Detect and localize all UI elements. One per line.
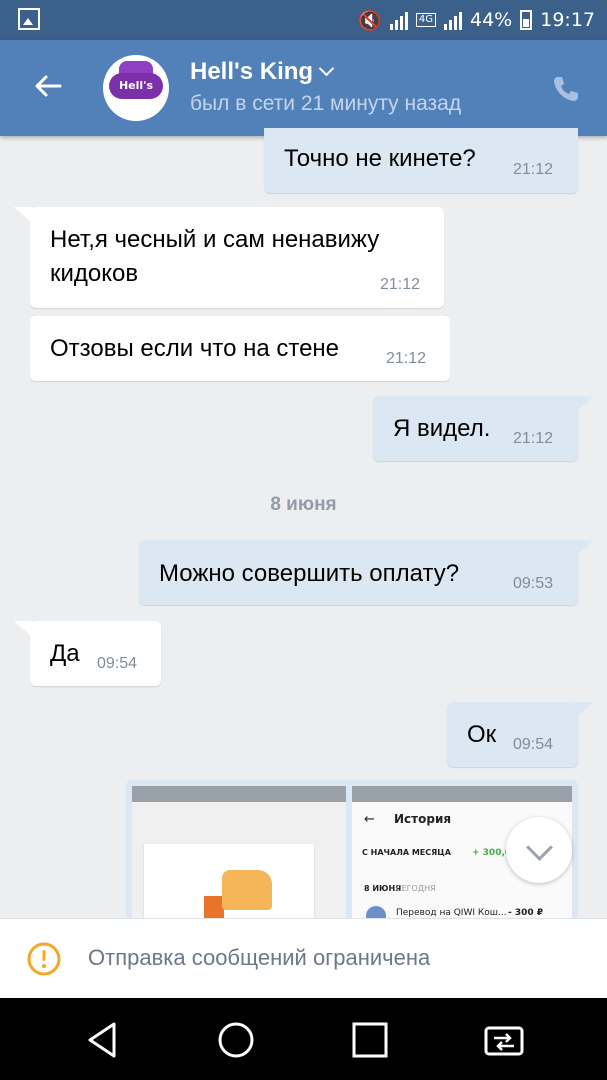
signal-icon [389,10,408,30]
message-text: Ок [467,721,497,748]
avatar[interactable]: Hell's king [103,55,169,121]
nav-home-icon[interactable] [212,1016,260,1064]
warning-icon [27,942,61,976]
date-separator: 8 июня [270,494,337,515]
nav-back-icon[interactable] [78,1016,126,1064]
mini-title: История [394,812,452,826]
gallery-notification-icon [18,8,40,30]
message-outgoing[interactable]: Можно совершить оплату? 09:53 [139,540,594,605]
avatar-logo-text: Hell's king [109,73,163,118]
mini-period: С НАЧАЛА МЕСЯЦА [362,848,451,857]
message-incoming[interactable]: Отзовы если что на стене 21:12 [30,316,450,381]
message-text: Да [50,640,80,667]
chat-title[interactable]: Hell's King [190,58,335,86]
bubble-tail [14,621,32,637]
message-outgoing[interactable]: Я видел. 21:12 [373,396,594,461]
phone-icon[interactable] [551,74,581,104]
message-incoming[interactable]: Нет,я чесный и сам ненавижу кидоков 21:1… [14,207,444,308]
chat-header: Hell's king Hell's King был в сети 21 ми… [0,40,607,136]
nav-switch-icon[interactable] [480,1016,528,1064]
mini-back-icon: ← [364,812,375,827]
mute-icon: 🔇 [358,9,382,32]
message-time: 21:12 [380,276,421,293]
last-seen-status: был в сети 21 минуту назад [190,92,462,115]
scroll-down-button[interactable] [506,817,572,883]
bubble-tail [576,540,594,556]
chat-title-text: Hell's King [190,58,314,85]
mini-day-sub: СЕГОДНЯ [396,884,436,893]
message-time: 09:53 [513,575,554,592]
message-time: 09:54 [513,736,554,753]
battery-icon [520,10,533,30]
system-nav-bar [0,998,607,1080]
battery-percent: 44% [470,9,513,31]
bubble-tail [576,396,594,412]
bubble-tail [576,702,594,718]
message-outgoing[interactable]: Точно не кинете? 21:12 [264,128,578,193]
mini-status-bar [352,786,572,802]
back-arrow-icon[interactable] [30,68,66,104]
message-text: Нет,я чесный и сам ненавижу кидоков [50,226,380,287]
mini-status-bar [132,786,346,802]
signal-icon-2 [444,10,462,30]
bubble-tail [14,207,32,223]
message-incoming[interactable]: Да 09:54 [14,621,161,686]
message-text: Отзовы если что на стене [50,335,340,362]
messaging-restricted-bar: Отправка сообщений ограничена [0,918,607,999]
message-time: 09:54 [97,655,138,672]
thumbs-up-icon [222,870,272,910]
message-time: 21:12 [513,430,554,447]
message-text: Я видел. [393,415,491,442]
status-icons: 🔇 4G 44% 19:17 [358,6,595,34]
attachment-image-1[interactable] [132,786,346,920]
network-type: 4G [415,13,436,27]
status-bar: 🔇 4G 44% 19:17 [0,0,607,40]
message-outgoing[interactable]: Ок 09:54 [447,702,594,767]
restricted-text: Отправка сообщений ограничена [88,945,431,970]
clock: 19:17 [540,9,595,31]
message-text: Точно не кинете? [284,145,476,172]
message-text: Можно совершить оплату? [159,560,460,587]
mini-transfer-amount: - 300 ₽ [508,908,544,918]
message-time: 21:12 [513,161,554,178]
thumb-cuff [204,896,224,920]
message-time: 21:12 [386,350,427,367]
nav-recents-icon[interactable] [346,1016,394,1064]
mini-transfer: Перевод на QIWI Кош... [396,908,507,918]
chevron-down-icon[interactable] [318,60,335,77]
